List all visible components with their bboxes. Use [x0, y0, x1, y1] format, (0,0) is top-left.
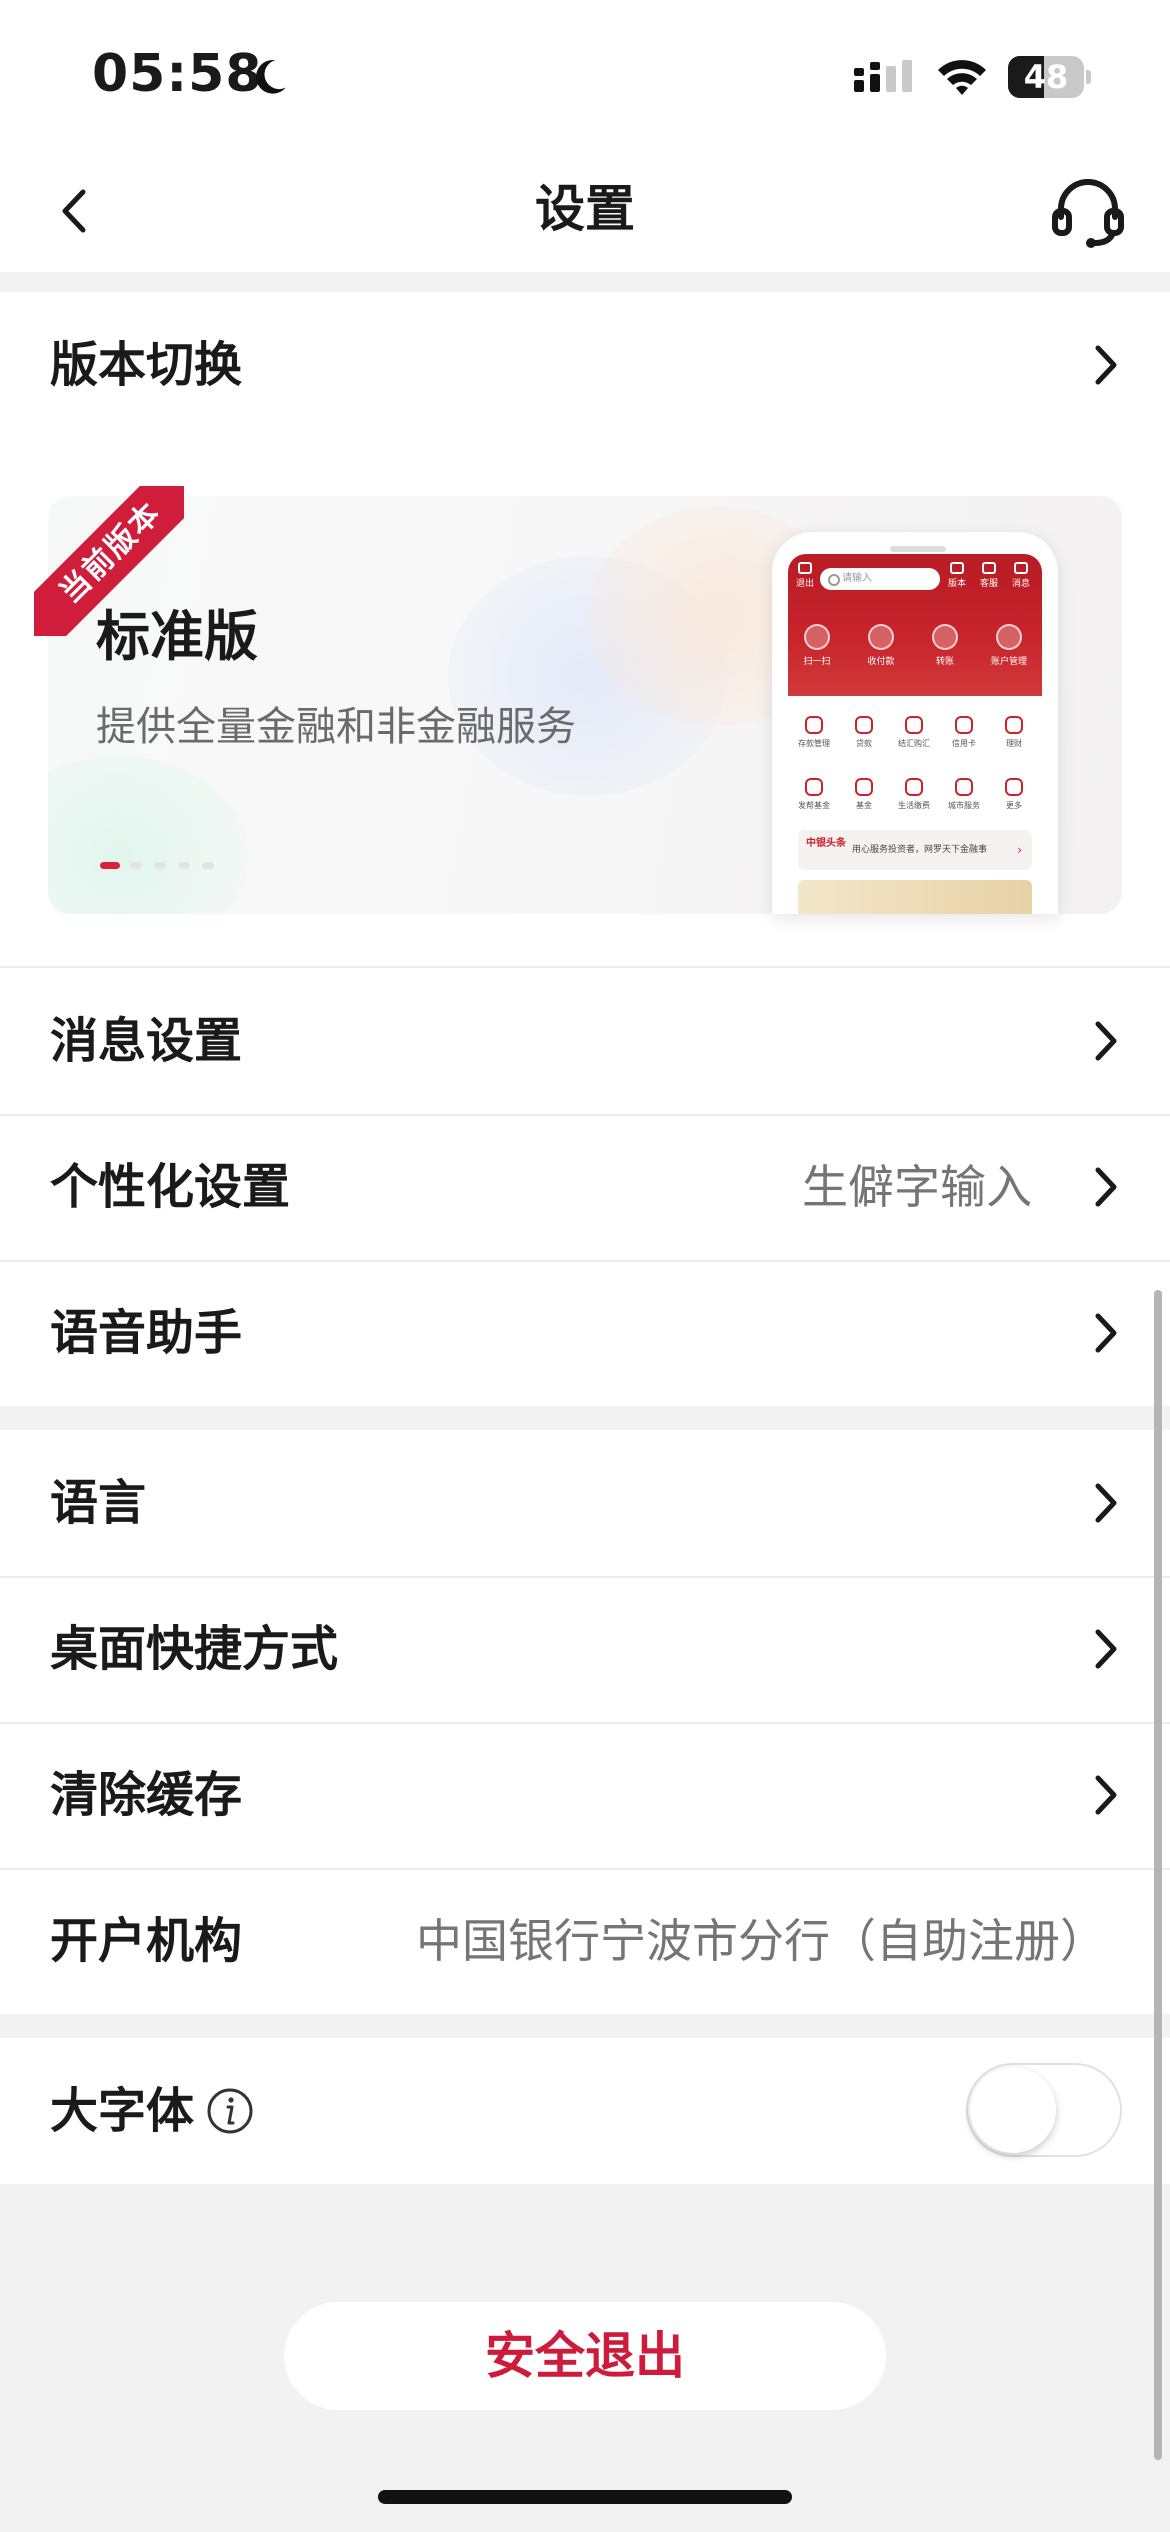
preview-news-logo: 中银头条 [806, 838, 846, 849]
chevron-right-icon [1095, 1775, 1117, 1815]
preview-exit-item: 退出 [792, 562, 818, 592]
preview-quick-action: 账户管理 [984, 624, 1034, 667]
scrollbar[interactable] [1154, 1290, 1162, 2460]
carousel-dot [100, 862, 120, 869]
carousel-dot [202, 862, 214, 869]
language-label: 语言 [50, 1475, 147, 1531]
personalization-label: 个性化设置 [50, 1159, 291, 1215]
preview-top-label: 版本 [947, 579, 966, 589]
current-version-badge: 当前版本 [34, 486, 184, 636]
preview-grid-label: 生活缴费 [898, 801, 930, 810]
chevron-right-icon [1095, 1167, 1117, 1207]
preview-grid-item: 信用卡 [940, 716, 988, 749]
customer-service-button[interactable] [1046, 170, 1130, 254]
chevron-right-icon [1095, 1483, 1117, 1523]
preview-grid-item: 更多 [990, 778, 1038, 811]
battery-level-text: 48 [1023, 58, 1069, 96]
chevron-right-icon [1095, 1021, 1117, 1061]
version-switch-label: 版本切换 [50, 337, 243, 393]
message-settings-row[interactable]: 消息设置 [0, 968, 1170, 1114]
preview-grid-item: 发帮基金 [790, 778, 838, 811]
preview-grid-item: 基金 [840, 778, 888, 811]
preview-quick-action: 扫一扫 [792, 624, 842, 667]
voice-assistant-label: 语音助手 [50, 1305, 243, 1361]
preview-top-item: 版本 [944, 562, 970, 592]
chevron-right-icon [1095, 1313, 1117, 1353]
message-settings-label: 消息设置 [50, 1013, 243, 1069]
preview-grid-label: 基金 [856, 801, 872, 810]
preview-top-item: 客服 [976, 562, 1002, 592]
info-icon[interactable] [206, 2087, 254, 2135]
desktop-shortcut-row[interactable]: 桌面快捷方式 [0, 1576, 1170, 1722]
preview-grid-label: 信用卡 [952, 739, 976, 748]
voice-assistant-row[interactable]: 语音助手 [0, 1260, 1170, 1406]
preview-news-text: 用心服务投资者，网罗天下金融事 [852, 845, 988, 855]
nav-bar: 设置 [0, 150, 1170, 272]
preview-ad-banner [798, 880, 1032, 914]
carousel-dot [130, 862, 142, 869]
current-version-ribbon: 当前版本 [34, 486, 184, 636]
preview-news-banner: 中银头条 用心服务投资者，网罗天下金融事 › [798, 830, 1032, 870]
preview-grid-label: 理财 [1006, 739, 1022, 748]
preview-search: 请输入 [820, 568, 940, 590]
battery-indicator: 48 [1008, 56, 1092, 98]
preview-quick-label: 账户管理 [990, 657, 1027, 667]
preview-quick-action: 收付款 [856, 624, 906, 667]
preview-grid-label: 存款管理 [798, 739, 830, 748]
settings-group-2: 语言 桌面快捷方式 清除缓存 开户机构 中国银行宁波市分行（自助注册） [0, 1430, 1170, 2014]
page-title: 设置 [535, 180, 635, 238]
clear-cache-row[interactable]: 清除缓存 [0, 1722, 1170, 1868]
chevron-right-icon [1095, 1629, 1117, 1669]
status-bar: 05:58 48 [0, 0, 1170, 150]
home-indicator[interactable] [378, 2490, 792, 2504]
preview-quick-label: 扫一扫 [803, 657, 831, 667]
preview-exit-label: 退出 [795, 579, 814, 589]
preview-quick-action: 转账 [920, 624, 970, 667]
preview-quick-label: 收付款 [867, 657, 895, 667]
account-branch-value: 中国银行宁波市分行（自助注册） [416, 1914, 1106, 1968]
personalization-row[interactable]: 个性化设置 生僻字输入 [0, 1114, 1170, 1260]
large-font-toggle[interactable] [966, 2063, 1122, 2157]
preview-grid-label: 贷款 [856, 739, 872, 748]
preview-top-item: 消息 [1008, 562, 1034, 592]
preview-grid-label: 发帮基金 [798, 801, 830, 810]
preview-grid-label: 更多 [1006, 801, 1022, 810]
carousel-dot [178, 862, 190, 869]
chevron-right-icon [1095, 345, 1117, 385]
clear-cache-label: 清除缓存 [50, 1767, 243, 1823]
logout-button[interactable]: 安全退出 [284, 2302, 886, 2410]
preview-grid-item: 生活缴费 [890, 778, 938, 811]
wifi-icon [938, 60, 986, 95]
desktop-shortcut-label: 桌面快捷方式 [50, 1621, 339, 1677]
version-card-description: 提供全量金融和非金融服务 [96, 704, 576, 750]
settings-group-1: 消息设置 个性化设置 生僻字输入 语音助手 [0, 966, 1170, 1406]
preview-grid-item: 贷款 [840, 716, 888, 749]
personalization-value: 生僻字输入 [802, 1160, 1032, 1214]
cellular-signal-icon [854, 60, 912, 92]
carousel-dot [154, 862, 166, 869]
moon-icon [256, 60, 286, 94]
preview-top-label: 消息 [1011, 579, 1030, 589]
chevron-right-icon: › [1017, 843, 1022, 857]
status-time: 05:58 [92, 44, 263, 104]
preview-grid-item: 存款管理 [790, 716, 838, 749]
large-font-label: 大字体 [50, 2083, 195, 2139]
language-row[interactable]: 语言 [0, 1430, 1170, 1576]
account-branch-row: 开户机构 中国银行宁波市分行（自助注册） [0, 1868, 1170, 2014]
preview-grid-item: 城市服务 [940, 778, 988, 811]
preview-grid-label: 城市服务 [948, 801, 980, 810]
preview-quick-label: 转账 [935, 657, 954, 667]
version-preview-phone: 退出 请输入 版本 客服 消息 扫一扫 收付款 转账 账户管理 存款管理 贷款 … [772, 532, 1058, 914]
preview-top-label: 客服 [979, 579, 998, 589]
preview-grid-item: 结汇购汇 [890, 716, 938, 749]
toggle-knob [970, 2067, 1056, 2153]
headset-icon [1052, 179, 1124, 248]
version-switch-row[interactable]: 版本切换 [0, 292, 1170, 438]
account-branch-label: 开户机构 [50, 1913, 243, 1969]
preview-grid-label: 结汇购汇 [898, 739, 930, 748]
preview-grid-item: 理财 [990, 716, 1038, 749]
